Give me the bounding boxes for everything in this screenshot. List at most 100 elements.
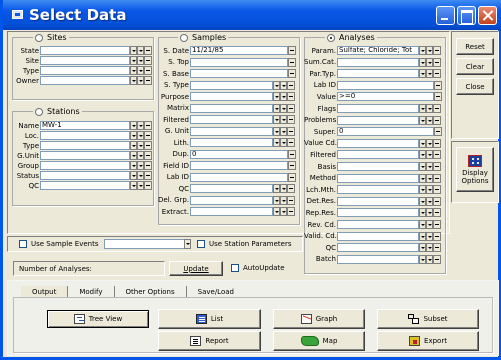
stations-loc-list-icon[interactable] bbox=[137, 131, 144, 140]
subset-button[interactable]: Subset bbox=[377, 309, 479, 329]
title-bar[interactable]: Select Data bbox=[3, 0, 501, 30]
sites-type-clear-icon[interactable] bbox=[144, 66, 152, 75]
autoupdate-checkbox[interactable] bbox=[231, 264, 239, 272]
update-button[interactable]: Update bbox=[169, 261, 223, 276]
analyses-flags-clear-icon[interactable] bbox=[433, 104, 441, 113]
samples-purpose-dropdown-icon[interactable] bbox=[273, 92, 280, 101]
tab-save-load[interactable]: Save/Load bbox=[187, 286, 245, 297]
stations-name-list-icon[interactable] bbox=[137, 121, 144, 130]
analyses-value-field[interactable]: >=0 bbox=[337, 92, 434, 102]
analyses-filtered-field[interactable] bbox=[337, 150, 419, 160]
samples-radio[interactable] bbox=[180, 33, 188, 42]
use-sample-events-checkbox[interactable] bbox=[19, 240, 27, 248]
analyses-filtered-dropdown-icon[interactable] bbox=[419, 150, 426, 160]
sites-site-field[interactable] bbox=[40, 56, 130, 65]
stations-type-field[interactable] bbox=[40, 141, 130, 150]
sample-events-select[interactable] bbox=[104, 239, 191, 249]
samples-qc-list-icon[interactable] bbox=[280, 184, 287, 193]
sites-state-clear-icon[interactable] bbox=[144, 46, 152, 55]
samples-g-unit-list-icon[interactable] bbox=[280, 126, 287, 136]
analyses-rev-cd-list-icon[interactable] bbox=[426, 220, 433, 229]
sites-state-list-icon[interactable] bbox=[137, 46, 144, 55]
sites-site-list-icon[interactable] bbox=[137, 56, 144, 65]
analyses-basis-clear-icon[interactable] bbox=[433, 162, 441, 171]
analyses-lab-id-field[interactable] bbox=[337, 80, 434, 90]
samples-matrix-dropdown-icon[interactable] bbox=[273, 103, 280, 113]
analyses-filtered-clear-icon[interactable] bbox=[433, 150, 441, 160]
samples-purpose-list-icon[interactable] bbox=[280, 92, 287, 101]
analyses-rep-res-list-icon[interactable] bbox=[426, 208, 433, 218]
display-options-button[interactable]: Display Options bbox=[456, 147, 494, 192]
stations-status-dropdown-icon[interactable] bbox=[130, 171, 137, 180]
stations-group-dropdown-icon[interactable] bbox=[130, 161, 137, 170]
samples-s-base-field[interactable] bbox=[190, 69, 288, 78]
samples-qc-dropdown-icon[interactable] bbox=[273, 184, 280, 193]
analyses-valid-cd-list-icon[interactable] bbox=[426, 231, 433, 241]
tree-view-button[interactable]: Tree View bbox=[47, 310, 149, 328]
analyses-param-clear-icon[interactable] bbox=[433, 46, 441, 55]
analyses-par-typ-clear-icon[interactable] bbox=[433, 69, 441, 79]
sample-events-dropdown-arrow[interactable] bbox=[184, 239, 191, 249]
analyses-sum-cat-clear-icon[interactable] bbox=[433, 57, 441, 67]
stations-qc-dropdown-icon[interactable] bbox=[130, 181, 137, 190]
samples-g-unit-clear-icon[interactable] bbox=[287, 126, 295, 136]
analyses-method-list-icon[interactable] bbox=[426, 173, 433, 183]
samples-qc-field[interactable] bbox=[190, 184, 273, 193]
analyses-problems-dropdown-icon[interactable] bbox=[419, 115, 426, 125]
samples-lith-list-icon[interactable] bbox=[280, 138, 287, 147]
samples-del-grp-dropdown-icon[interactable] bbox=[273, 195, 280, 205]
samples-field-id-clear-icon[interactable] bbox=[288, 161, 296, 170]
sites-type-field[interactable] bbox=[40, 66, 130, 75]
tab-modify[interactable]: Modify bbox=[68, 286, 115, 297]
stations-group-field[interactable] bbox=[40, 161, 130, 170]
analyses-basis-field[interactable] bbox=[337, 162, 419, 171]
stations-g-unit-field[interactable] bbox=[40, 151, 130, 160]
samples-matrix-list-icon[interactable] bbox=[280, 103, 287, 113]
samples-filtered-dropdown-icon[interactable] bbox=[273, 115, 280, 124]
analyses-filtered-list-icon[interactable] bbox=[426, 150, 433, 160]
stations-name-clear-icon[interactable] bbox=[144, 121, 152, 130]
sites-site-clear-icon[interactable] bbox=[144, 56, 152, 65]
sites-owner-clear-icon[interactable] bbox=[144, 76, 152, 85]
analyses-method-dropdown-icon[interactable] bbox=[419, 173, 426, 183]
analyses-qc-field[interactable] bbox=[337, 243, 419, 253]
analyses-basis-dropdown-icon[interactable] bbox=[419, 162, 426, 171]
analyses-rep-res-clear-icon[interactable] bbox=[433, 208, 441, 218]
sites-type-dropdown-icon[interactable] bbox=[130, 66, 137, 75]
samples-purpose-clear-icon[interactable] bbox=[287, 92, 295, 101]
sites-state-field[interactable] bbox=[40, 46, 130, 55]
stations-type-dropdown-icon[interactable] bbox=[130, 141, 137, 150]
stations-status-field[interactable] bbox=[40, 171, 130, 180]
analyses-par-typ-field[interactable] bbox=[337, 69, 419, 79]
map-button[interactable]: Map bbox=[273, 331, 365, 351]
samples-del-grp-field[interactable] bbox=[190, 195, 273, 205]
analyses-par-typ-dropdown-icon[interactable] bbox=[419, 69, 426, 79]
samples-g-unit-dropdown-icon[interactable] bbox=[273, 126, 280, 136]
samples-s-type-clear-icon[interactable] bbox=[287, 80, 295, 90]
analyses-sum-cat-dropdown-icon[interactable] bbox=[419, 57, 426, 67]
samples-extract-clear-icon[interactable] bbox=[287, 207, 295, 216]
sites-type-list-icon[interactable] bbox=[137, 66, 144, 75]
samples-lith-clear-icon[interactable] bbox=[287, 138, 295, 147]
analyses-valid-cd-clear-icon[interactable] bbox=[433, 231, 441, 241]
samples-field-id-field[interactable] bbox=[190, 161, 288, 170]
analyses-det-res-dropdown-icon[interactable] bbox=[419, 196, 426, 206]
graph-button[interactable]: Graph bbox=[273, 309, 365, 329]
export-button[interactable]: Export bbox=[377, 331, 479, 351]
stations-loc-clear-icon[interactable] bbox=[144, 131, 152, 140]
analyses-sum-cat-field[interactable] bbox=[337, 57, 419, 67]
analyses-value-clear-icon[interactable] bbox=[434, 92, 442, 102]
analyses-par-typ-list-icon[interactable] bbox=[426, 69, 433, 79]
samples-s-type-field[interactable] bbox=[190, 80, 273, 90]
stations-qc-clear-icon[interactable] bbox=[144, 181, 152, 190]
sites-state-dropdown-icon[interactable] bbox=[130, 46, 137, 55]
samples-extract-field[interactable] bbox=[190, 207, 273, 216]
samples-matrix-clear-icon[interactable] bbox=[287, 103, 295, 113]
analyses-lch-mth-field[interactable] bbox=[337, 185, 419, 195]
samples-del-grp-clear-icon[interactable] bbox=[287, 195, 295, 205]
use-station-parameters-checkbox[interactable] bbox=[197, 240, 205, 248]
analyses-rev-cd-clear-icon[interactable] bbox=[433, 220, 441, 229]
analyses-param-field[interactable]: Sulfate; Chloride; Tot bbox=[337, 46, 419, 55]
analyses-rev-cd-dropdown-icon[interactable] bbox=[419, 220, 426, 229]
samples-lith-dropdown-icon[interactable] bbox=[273, 138, 280, 147]
